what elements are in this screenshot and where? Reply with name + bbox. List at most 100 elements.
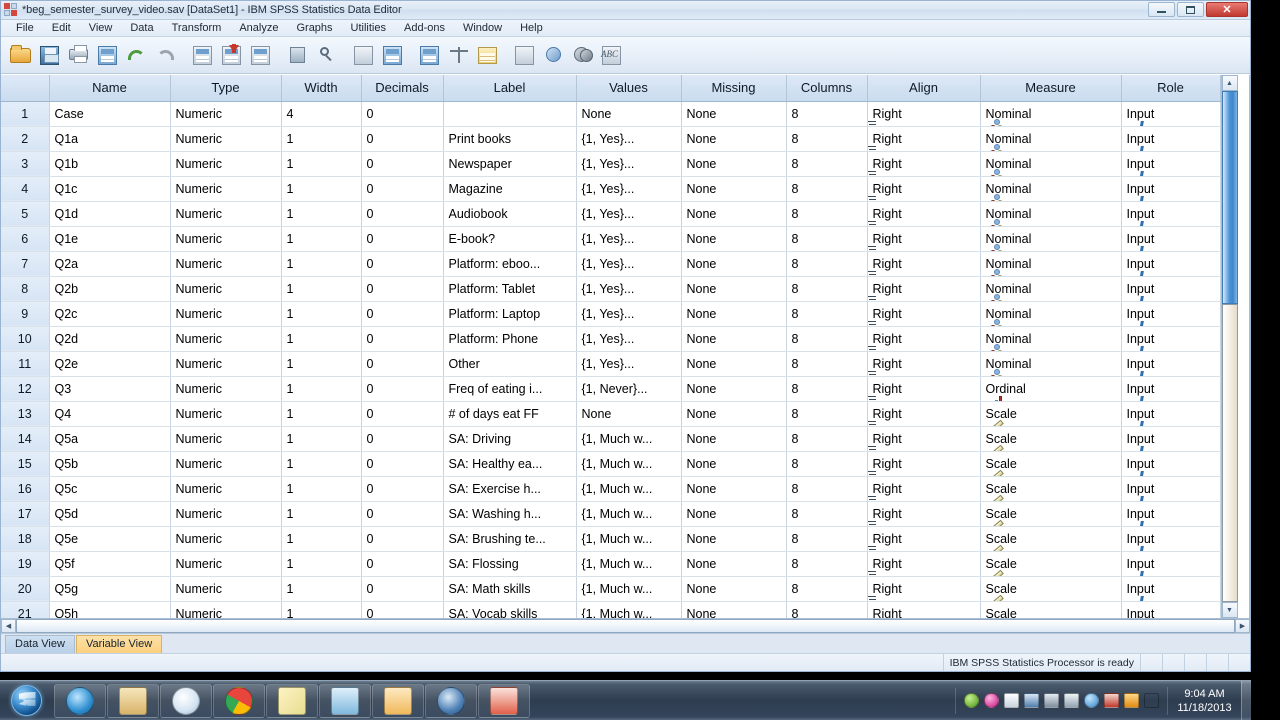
cell-type[interactable]: Numeric [170,401,282,427]
row-number[interactable]: 18 [1,526,50,552]
cell-columns[interactable]: 8 [786,526,868,552]
cell-columns[interactable]: 8 [786,326,868,352]
cell-columns[interactable]: 8 [786,376,868,402]
cell-missing[interactable]: None [681,226,787,252]
goto-case-icon[interactable] [189,40,217,70]
cell-decimals[interactable]: 0 [361,251,444,277]
cell-width[interactable]: 1 [281,476,362,502]
cell-width[interactable]: 1 [281,276,362,302]
scroll-up-arrow-icon[interactable]: ▲ [1221,75,1238,91]
column-header-decimals[interactable]: Decimals [361,75,444,102]
taskbar-button-internet-explorer[interactable] [54,683,106,718]
cell-role[interactable]: Input [1121,226,1221,252]
menu-item-help[interactable]: Help [511,21,552,35]
windows-start-orb-icon[interactable] [2,683,50,719]
cell-decimals[interactable]: 0 [361,601,444,618]
column-header-type[interactable]: Type [170,75,282,102]
menu-item-transform[interactable]: Transform [163,21,231,35]
cell-name[interactable]: Q2a [49,251,171,277]
cell-columns[interactable]: 8 [786,301,868,327]
view-tab-variable-view[interactable]: Variable View [75,635,163,653]
cell-decimals[interactable]: 0 [361,101,444,127]
table-row[interactable]: 17 Q5d Numeric 1 0 SA: Washing h... {1, Much w… [1,501,1221,527]
table-row[interactable]: 16 Q5c Numeric 1 0 SA: Exercise h... {1, Much … [1,476,1221,502]
cell-decimals[interactable]: 0 [361,301,444,327]
cell-width[interactable]: 4 [281,101,362,127]
cell-name[interactable]: Q5e [49,526,171,552]
cell-decimals[interactable]: 0 [361,401,444,427]
cell-label[interactable]: SA: Healthy ea... [443,451,577,477]
cell-columns[interactable]: 8 [786,426,868,452]
cell-name[interactable]: Q5h [49,601,171,618]
cell-name[interactable]: Q1a [49,126,171,152]
row-number[interactable]: 19 [1,551,50,577]
cell-measure[interactable]: Scale [980,526,1122,552]
vertical-scroll-lower-region[interactable] [1221,304,1238,602]
undo-icon[interactable] [123,40,151,70]
cell-align[interactable]: Right [867,151,981,177]
cell-columns[interactable]: 8 [786,351,868,377]
cell-decimals[interactable]: 0 [361,201,444,227]
column-header-width[interactable]: Width [281,75,362,102]
cell-width[interactable]: 1 [281,426,362,452]
cell-name[interactable]: Q1d [49,201,171,227]
taskbar-button-lync[interactable] [319,683,371,718]
row-number[interactable]: 16 [1,476,50,502]
cell-missing[interactable]: None [681,251,787,277]
split-file-icon[interactable] [416,40,444,70]
cell-missing[interactable]: None [681,201,787,227]
goto-variable-icon[interactable] [218,40,246,70]
cell-align[interactable]: Right [867,126,981,152]
cell-label[interactable]: Print books [443,126,577,152]
cell-columns[interactable]: 8 [786,201,868,227]
cell-values[interactable]: {1, Much w... [576,451,682,477]
row-number[interactable]: 2 [1,126,50,152]
cell-label[interactable]: SA: Exercise h... [443,476,577,502]
cell-type[interactable]: Numeric [170,476,282,502]
cell-measure[interactable]: Scale [980,451,1122,477]
cell-label[interactable]: Platform: Tablet [443,276,577,302]
horizontal-scroll-thumb[interactable] [16,619,1235,633]
cell-role[interactable]: Input [1121,176,1221,202]
cell-type[interactable]: Numeric [170,601,282,618]
cell-align[interactable]: Right [867,476,981,502]
table-row[interactable]: 4 Q1c Numeric 1 0 Magazine {1, Yes}... None 8 Rig… [1,176,1221,202]
cell-missing[interactable]: None [681,576,787,602]
cell-name[interactable]: Q1c [49,176,171,202]
table-row[interactable]: 10 Q2d Numeric 1 0 Platform: Phone {1, Yes}...… [1,326,1221,352]
cell-type[interactable]: Numeric [170,501,282,527]
cell-missing[interactable]: None [681,426,787,452]
cell-missing[interactable]: None [681,376,787,402]
flag-tray-icon[interactable] [1004,693,1019,708]
cell-measure[interactable]: Nominal [980,151,1122,177]
cell-role[interactable]: Input [1121,551,1221,577]
cell-measure[interactable]: Scale [980,501,1122,527]
cell-values[interactable]: {1, Much w... [576,551,682,577]
cell-measure[interactable]: Nominal [980,226,1122,252]
cell-measure[interactable]: Scale [980,551,1122,577]
cell-values[interactable]: {1, Yes}... [576,126,682,152]
menu-item-edit[interactable]: Edit [43,21,80,35]
cell-measure[interactable]: Nominal [980,276,1122,302]
cell-align[interactable]: Right [867,401,981,427]
taskbar-button-sticky-notes[interactable] [266,683,318,718]
cell-name[interactable]: Q5g [49,576,171,602]
cell-width[interactable]: 1 [281,601,362,618]
cell-align[interactable]: Right [867,376,981,402]
cell-measure[interactable]: Nominal [980,101,1122,127]
cell-type[interactable]: Numeric [170,126,282,152]
speaker-mute-tray-icon[interactable] [1104,693,1119,708]
horizontal-scroll-track[interactable] [16,619,1235,633]
cell-columns[interactable]: 8 [786,601,868,618]
cell-decimals[interactable]: 0 [361,551,444,577]
vertical-scroll-thumb[interactable] [1221,91,1238,304]
save-icon[interactable] [36,40,64,70]
menu-item-data[interactable]: Data [121,21,162,35]
cell-decimals[interactable]: 0 [361,451,444,477]
row-number[interactable]: 13 [1,401,50,427]
firefox-tray-icon[interactable] [1084,693,1099,708]
cell-values[interactable]: {1, Much w... [576,476,682,502]
taskbar-clock[interactable]: 9:04 AM 11/18/2013 [1167,686,1241,715]
value-labels-icon[interactable] [511,40,539,70]
cell-missing[interactable]: None [681,276,787,302]
